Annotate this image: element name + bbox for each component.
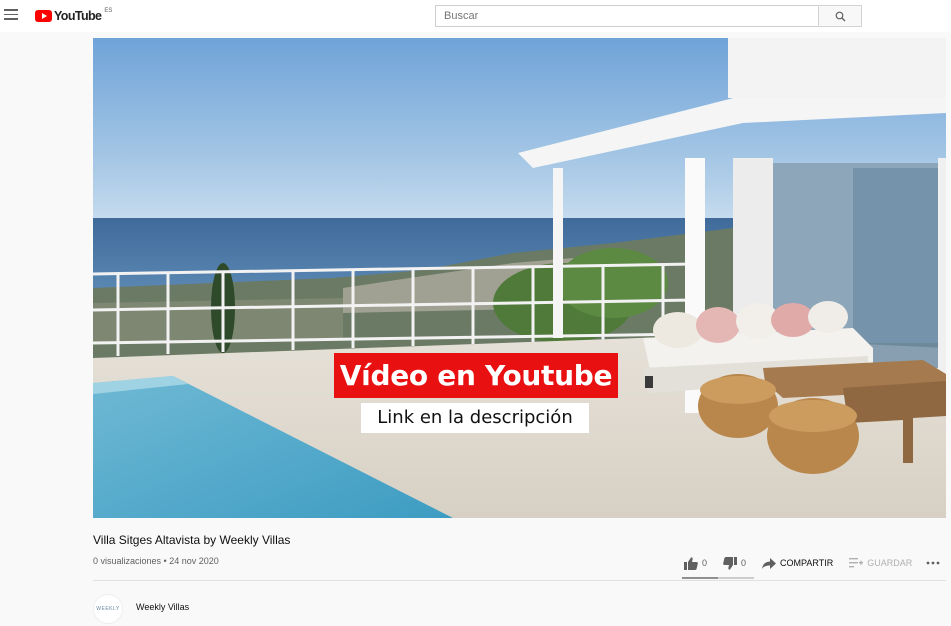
- share-button[interactable]: COMPARTIR: [762, 557, 834, 569]
- video-player[interactable]: Vídeo en Youtube Link en la descripción: [93, 38, 946, 518]
- thumbs-up-icon: [684, 556, 698, 570]
- thumbs-down-icon: [723, 556, 738, 570]
- masthead: YouTube ES Buscar: [0, 0, 951, 32]
- video-thumbnail: [93, 38, 946, 518]
- more-horizontal-icon: [926, 561, 940, 565]
- play-logo-icon: [35, 10, 52, 22]
- video-overlay-title: Vídeo en Youtube: [334, 353, 618, 398]
- hamburger-menu-icon[interactable]: [4, 9, 18, 21]
- share-label: COMPARTIR: [780, 558, 834, 568]
- add-to-playlist-icon: [849, 558, 864, 568]
- sentiment-bar-likes: [682, 577, 718, 579]
- channel-name[interactable]: Weekly Villas: [136, 602, 189, 612]
- like-count: 0: [702, 558, 708, 568]
- channel-avatar-text: WEEKLY: [96, 606, 120, 612]
- youtube-logo[interactable]: YouTube ES: [35, 8, 112, 24]
- logo-region: ES: [104, 8, 113, 14]
- divider: [93, 580, 946, 581]
- more-actions-button[interactable]: [926, 561, 940, 565]
- dislike-count: 0: [741, 558, 747, 568]
- channel-avatar[interactable]: WEEKLY: [93, 594, 123, 624]
- video-title: Villa Sitges Altavista by Weekly Villas: [93, 533, 291, 547]
- video-meta: 0 visualizaciones • 24 nov 2020: [93, 556, 219, 566]
- like-button[interactable]: 0: [684, 556, 708, 570]
- action-bar: 0 0 COMPARTIR GUARDAR: [684, 554, 940, 572]
- search-icon: [835, 11, 845, 21]
- dislike-button[interactable]: 0: [723, 556, 747, 570]
- video-overlay-subtitle: Link en la descripción: [361, 403, 589, 433]
- sentiment-bar: [682, 577, 754, 579]
- share-arrow-icon: [762, 557, 777, 569]
- search-input[interactable]: Buscar: [435, 5, 819, 27]
- logo-text: YouTube: [54, 9, 102, 23]
- save-label: GUARDAR: [867, 558, 913, 568]
- save-button[interactable]: GUARDAR: [849, 558, 912, 568]
- search-button[interactable]: [818, 5, 862, 27]
